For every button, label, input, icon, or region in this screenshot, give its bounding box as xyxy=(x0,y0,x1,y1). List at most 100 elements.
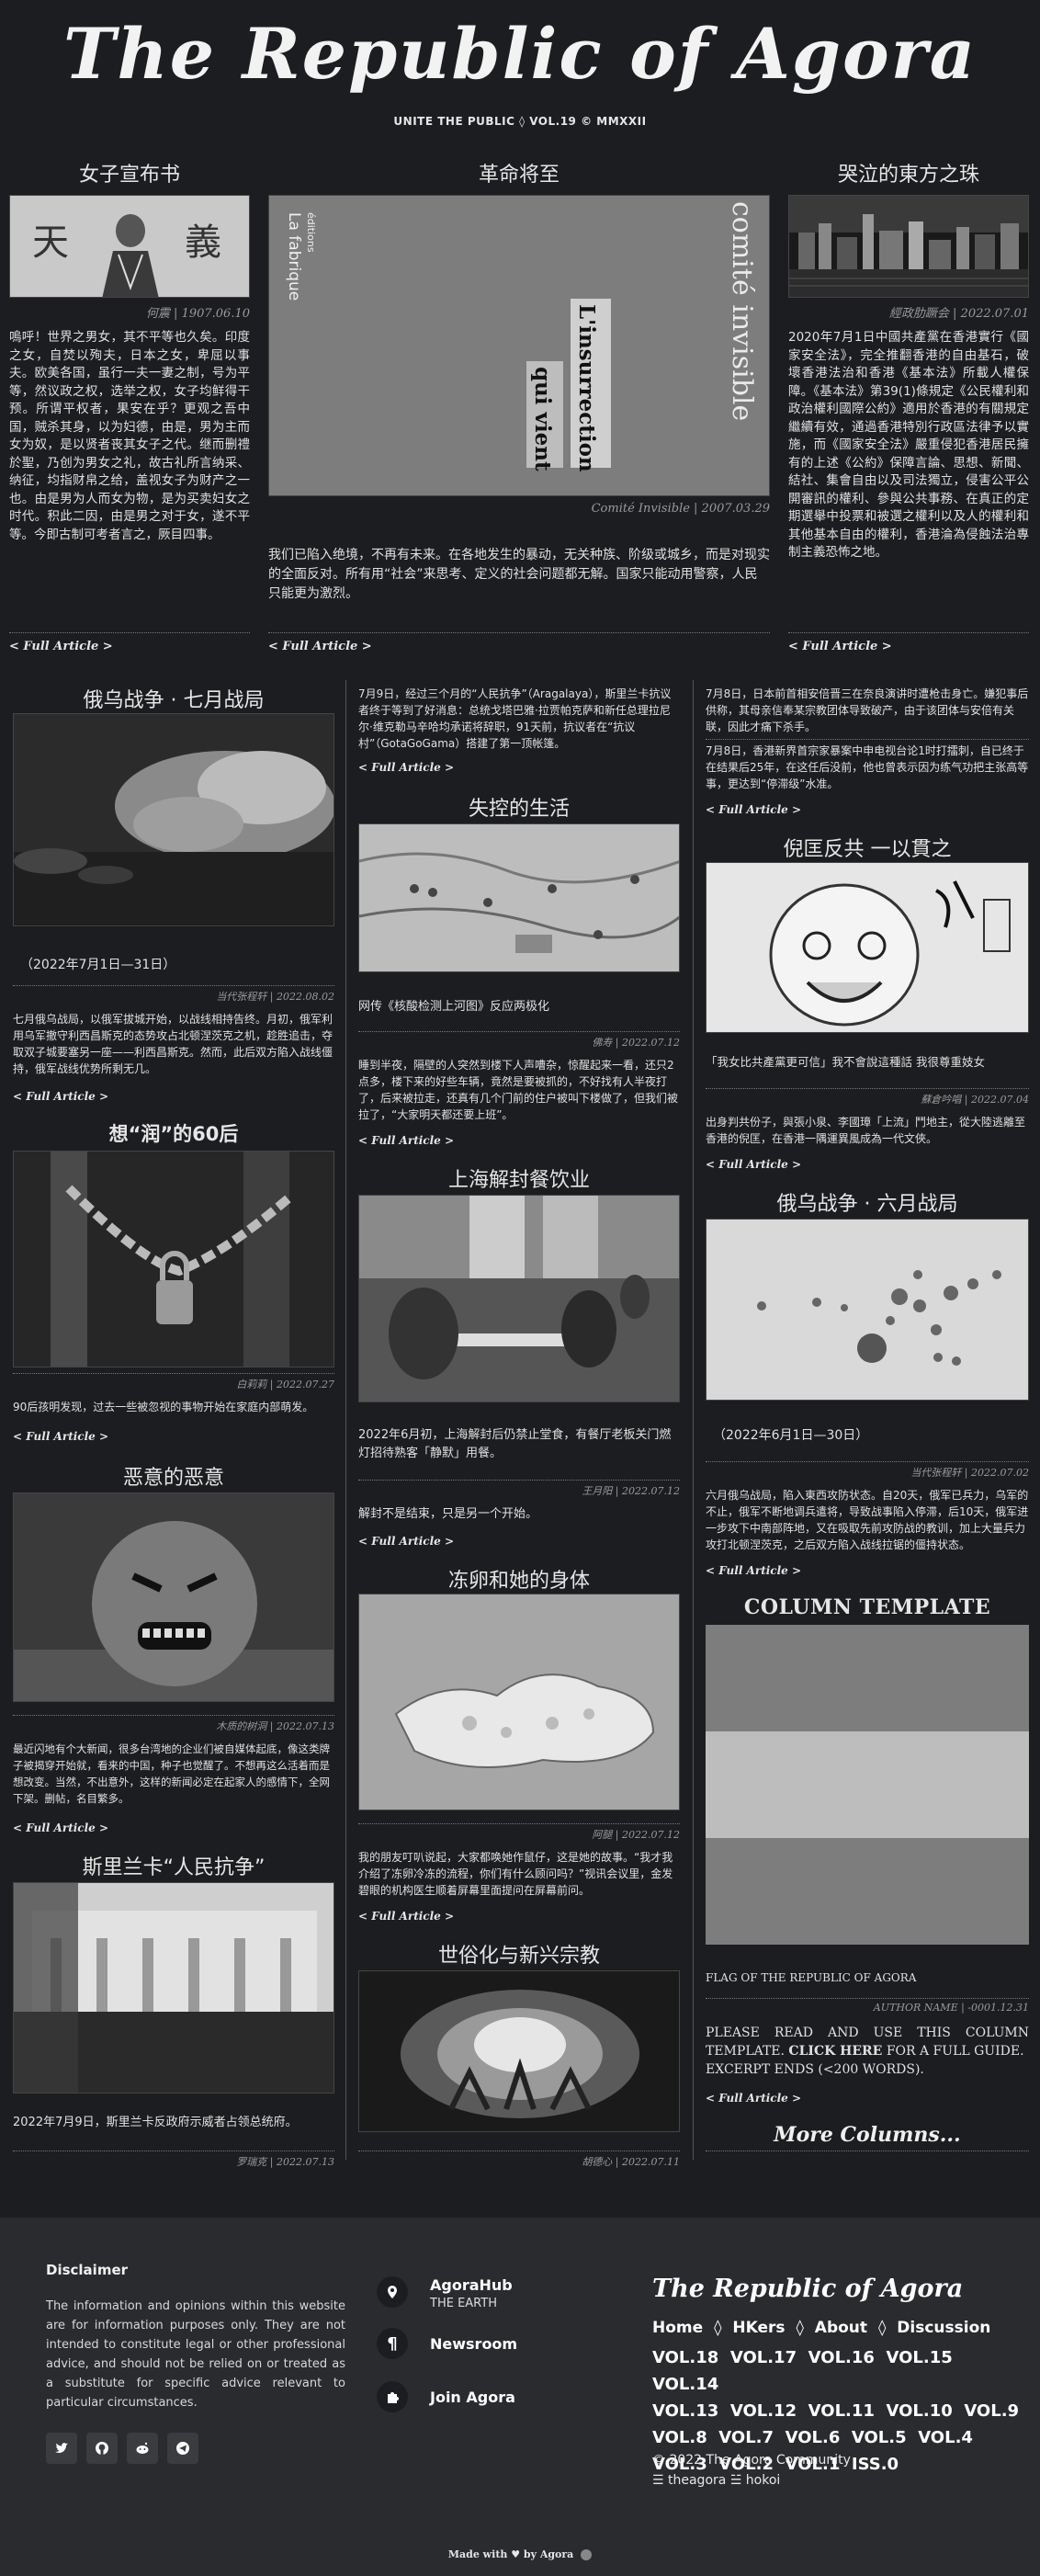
article-title[interactable]: 冻卵和她的身体 xyxy=(358,1564,680,1594)
volume-link[interactable]: VOL.5 xyxy=(852,2428,907,2447)
full-article-link[interactable]: < Full Article > xyxy=(706,803,801,816)
image-char-2: 義 xyxy=(185,221,221,264)
location-pin-icon[interactable] xyxy=(377,2276,408,2308)
article-title[interactable]: 俄乌战争 · 六月战局 xyxy=(706,1187,1029,1217)
article-image-chains xyxy=(13,1151,334,1367)
article-title[interactable]: 想“润”的60后 xyxy=(13,1119,334,1147)
volume-link[interactable]: VOL.17 xyxy=(730,2348,797,2367)
footer-link-hkers[interactable]: HKers xyxy=(732,2319,785,2337)
footer-brand[interactable]: The Republic of Agora xyxy=(652,2275,963,2303)
smoke-photo xyxy=(14,714,333,925)
article-caption: 罗瑞克 | 2022.07.13 xyxy=(236,2156,334,2168)
puzzle-icon[interactable] xyxy=(377,2381,408,2412)
book-title-1: L'insurrection xyxy=(574,304,599,472)
article-caption: 佛寿 | 2022.07.12 xyxy=(592,1037,680,1049)
caricature-drawing xyxy=(707,863,1028,1032)
full-article-link[interactable]: < Full Article > xyxy=(706,2092,801,2105)
protest-photo xyxy=(14,1883,333,2093)
full-article-link[interactable]: < Full Article > xyxy=(13,1090,108,1103)
article-image-religion xyxy=(358,1970,680,2132)
article-body: 七月俄乌战局，以俄军拔城开始，以战线相持告终。月初，俄军利用乌军撤守利西昌斯克的… xyxy=(13,1013,333,1075)
full-article-link[interactable]: < Full Article > xyxy=(358,1134,454,1147)
volume-link[interactable]: VOL.15 xyxy=(886,2348,952,2367)
article-caption: 木质的树洞 | 2022.07.13 xyxy=(216,1720,334,1732)
article-caption: 胡德心 | 2022.07.11 xyxy=(582,2156,680,2168)
article-body: 我们已陷入绝境，不再有未来。在各地发生的暴动，无关种族、阶级或城乡，而是对现实的… xyxy=(268,548,770,601)
article-body: 2022年6月初，上海解封后仍禁止堂食，有餐厅老板关门燃灯招待熟客「静默」用餐。 xyxy=(358,1428,672,1460)
pilcrow-icon[interactable]: ¶ xyxy=(377,2328,408,2359)
nav-newsroom[interactable]: Newsroom xyxy=(430,2335,517,2353)
article-title[interactable]: 倪匡反共 一以貫之 xyxy=(706,833,1029,862)
credits[interactable]: ☰ theagora ☱ hokoi xyxy=(652,2473,780,2488)
link-separator: ◊ xyxy=(877,2319,887,2337)
reddit-icon[interactable] xyxy=(127,2433,158,2464)
article-body: 7月9日，经过三个月的“人民抗争”（Aragalaya），斯里兰卡抗议者终于等到… xyxy=(358,687,672,750)
article-title[interactable]: 女子宣布书 xyxy=(9,158,250,187)
volume-link[interactable]: VOL.9 xyxy=(964,2401,1019,2421)
flag-image xyxy=(706,1625,1029,1945)
click-here-link[interactable]: CLICK HERE xyxy=(788,2044,882,2059)
restaurant-photo xyxy=(359,1196,679,1401)
article-caption: 阿腿 | 2022.07.12 xyxy=(592,1829,680,1841)
nav-agorahub-sub: THE EARTH xyxy=(430,2297,497,2310)
article-title[interactable]: 斯里兰卡“人民抗争” xyxy=(13,1851,334,1880)
nav-agorahub[interactable]: AgoraHub xyxy=(430,2276,513,2294)
nav-join-agora[interactable]: Join Agora xyxy=(430,2389,515,2406)
volume-link[interactable]: VOL.13 xyxy=(652,2401,718,2421)
article-body-2: 出身判共份子，與張小泉、李國璋「上流」鬥地主，從大陸逃離至香港的倪匡，在香港一隅… xyxy=(706,1116,1026,1145)
article-revolution: 革命将至 xyxy=(268,158,770,187)
article-title[interactable]: COLUMN TEMPLATE xyxy=(706,1595,1029,1619)
article-caption: 經政肋蹶会 | 2022.07.01 xyxy=(888,307,1029,321)
article-caption: 当代张程轩 | 2022.07.02 xyxy=(910,1467,1029,1479)
full-article-link[interactable]: < Full Article > xyxy=(706,1564,801,1577)
scroll-painting xyxy=(359,824,679,971)
full-article-link[interactable]: < Full Article > xyxy=(268,640,372,653)
full-article-link[interactable]: < Full Article > xyxy=(706,1158,801,1171)
masthead-title[interactable]: The Republic of Agora xyxy=(0,13,1040,95)
article-women-declaration: 女子宣布书 xyxy=(9,158,250,187)
masthead-subtitle: UNITE THE PUBLIC ◊ VOL.19 © MMXXII xyxy=(393,115,647,128)
full-article-link[interactable]: < Full Article > xyxy=(358,1910,454,1923)
article-image-explosion xyxy=(13,713,334,926)
chains-photo xyxy=(14,1152,333,1367)
telegram-icon[interactable] xyxy=(167,2433,198,2464)
volume-link[interactable]: VOL.11 xyxy=(808,2401,875,2421)
article-title[interactable]: 恶意的恶意 xyxy=(13,1461,334,1491)
full-article-link[interactable]: < Full Article > xyxy=(358,761,454,774)
volume-link[interactable]: VOL.7 xyxy=(718,2428,774,2447)
footer-link-discussion[interactable]: Discussion xyxy=(897,2319,990,2337)
article-title[interactable]: 失控的生活 xyxy=(358,792,680,822)
footer-link-home[interactable]: Home xyxy=(652,2319,703,2337)
full-article-link[interactable]: < Full Article > xyxy=(358,1535,454,1548)
github-icon[interactable] xyxy=(86,2433,118,2464)
article-title[interactable]: 上海解封餐饮业 xyxy=(358,1163,680,1193)
article-title[interactable]: 哭泣的東方之珠 xyxy=(788,158,1029,187)
full-article-link[interactable]: < Full Article > xyxy=(13,1821,108,1834)
volume-link[interactable]: VOL.14 xyxy=(652,2375,718,2394)
article-title[interactable]: 世俗化与新兴宗教 xyxy=(358,1939,680,1969)
footer-link-about[interactable]: About xyxy=(815,2319,867,2337)
more-columns-link[interactable]: More Columns... xyxy=(706,2123,1029,2147)
article-image-bubble-chart xyxy=(706,1219,1029,1401)
volume-link[interactable]: VOL.4 xyxy=(918,2428,973,2447)
book-cover: La fabrique éditions comité invisible L'… xyxy=(269,196,769,495)
volume-link[interactable]: VOL.16 xyxy=(808,2348,875,2367)
volume-link[interactable]: VOL.6 xyxy=(786,2428,841,2447)
bubble-chart-image xyxy=(707,1220,1028,1400)
full-article-link[interactable]: < Full Article > xyxy=(9,640,113,653)
article-caption: 何震 | 1907.06.10 xyxy=(145,307,250,321)
volume-link[interactable]: VOL.18 xyxy=(652,2348,718,2367)
volume-link[interactable]: VOL.8 xyxy=(652,2428,707,2447)
volume-link[interactable]: ISS.0 xyxy=(852,2455,899,2474)
volume-link[interactable]: VOL.10 xyxy=(886,2401,952,2421)
article-image-restaurant xyxy=(358,1195,680,1402)
volume-link[interactable]: VOL.12 xyxy=(730,2401,797,2421)
full-article-link[interactable]: < Full Article > xyxy=(13,1430,108,1443)
article-image-caricature xyxy=(706,862,1029,1033)
full-article-link[interactable]: < Full Article > xyxy=(788,640,892,653)
article-title[interactable]: 俄乌战争 · 七月战局 xyxy=(13,684,334,713)
article-body-2: 解封不是结束，只是另一个开始。 xyxy=(358,1507,538,1521)
twitter-icon[interactable] xyxy=(46,2433,77,2464)
article-title[interactable]: 革命将至 xyxy=(268,158,770,187)
book-title-2: qui vient xyxy=(530,367,555,471)
